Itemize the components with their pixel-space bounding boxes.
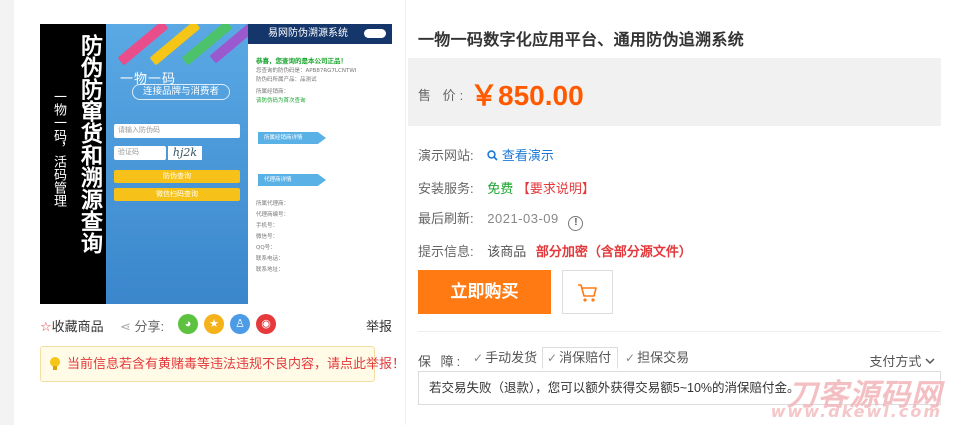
hint-text: 该商品 (487, 244, 527, 259)
result-line: 防伪码所属产品：品测试 (256, 77, 317, 83)
result-line: 恭喜，您查询的是本公司正品！ (256, 57, 347, 65)
demo-link[interactable]: 查看演示 (487, 148, 554, 163)
share-label: 分享: (134, 319, 165, 334)
result-line: 该防伪码为首次查询 (256, 98, 306, 104)
product-image-black-panel: 防伪防窜货和溯源查询 一物一码，活码管理 (40, 24, 106, 304)
payment-method-dropdown[interactable]: 支付方式 (869, 351, 935, 370)
illegal-content-report-notice[interactable]: 当前信息若含有黄赌毒等违法违规不良内容，请点此举报！ (40, 346, 405, 382)
info-icon[interactable]: ! (568, 216, 584, 231)
share-icon: ⋖ (120, 319, 131, 334)
warning-text: 当前信息若含有黄赌毒等违法违规不良内容，请点此举报！ (67, 356, 406, 371)
report-link[interactable]: 举报 (366, 316, 392, 335)
result-line: 代理商编号： (256, 212, 290, 218)
product-image-scan-button: 微信扫码查询 (114, 188, 240, 201)
demo-site-row: 演示网站: 查看演示 (418, 145, 554, 164)
product-image-query-button: 防伪查询 (114, 170, 240, 183)
install-service-label: 安装服务: (418, 181, 474, 196)
product-image[interactable]: 防伪防窜货和溯源查询 一物一码，活码管理 一物一码 连接品牌与消费者 请输入防伪… (40, 24, 392, 304)
guarantee-tab-label: 手动发货 (485, 350, 538, 365)
result-line: 联系地址： (256, 267, 284, 273)
guarantee-tab-manual-delivery[interactable]: ✓ 手动发货 (468, 347, 544, 369)
guarantee-tab-label: 担保交易 (637, 350, 690, 365)
chevron-down-icon (925, 358, 935, 365)
check-icon: ✓ (473, 351, 484, 365)
guarantee-bar: 保 障: ✓ 手动发货 ✓ 消保赔付 ✓ 担保交易 支付方式 (418, 345, 941, 371)
price-label: 售 价: (418, 88, 468, 103)
product-image-vertical-subtitle: 一物一码，活码管理 (51, 90, 66, 207)
install-service-row: 安装服务: 免费 【要求说明】 (418, 178, 595, 197)
result-line: 手机号： (256, 223, 279, 229)
search-icon (487, 150, 498, 161)
product-image-captcha-image: hj2k (168, 146, 202, 160)
column-divider (405, 0, 406, 425)
guarantee-description: 若交易失败（退款），您可以额外获得交易额5~10%的消保赔付金。 (418, 371, 941, 405)
check-icon: ✓ (547, 351, 558, 365)
product-image-captcha-input: 验证码 (114, 146, 166, 160)
buy-now-button[interactable]: 立即购买 (418, 270, 551, 314)
favorite-label: 收藏商品 (51, 319, 104, 334)
cart-icon (578, 284, 597, 302)
demo-site-label: 演示网站: (418, 148, 474, 163)
result-line: 所属代理商： (256, 201, 290, 207)
last-refresh-row: 最后刷新: 2021-03-09 ! (418, 208, 584, 231)
qq-icon[interactable]: ♙ (230, 314, 250, 334)
guarantee-tab-label: 消保赔付 (559, 350, 612, 365)
price-box: 售 价: ￥850.00 (408, 58, 941, 126)
result-line: 联系电话： (256, 256, 284, 262)
payment-method-label: 支付方式 (869, 354, 922, 369)
product-image-header-badge (364, 29, 386, 38)
check-icon: ✓ (625, 351, 636, 365)
product-image-phone-subtitle: 连接品牌与消费者 (132, 84, 230, 100)
install-requirement-link[interactable]: 【要求说明】 (517, 181, 595, 196)
product-image-result-header-title: 易网防伪溯源系统 (268, 28, 348, 39)
weibo-icon[interactable]: ◉ (256, 314, 276, 334)
last-refresh-label: 最后刷新: (418, 211, 474, 226)
share-section: ⋖ 分享: (120, 316, 164, 335)
product-image-phone-screen: 一物一码 连接品牌与消费者 请输入防伪码 验证码 hj2k 防伪查询 微信扫码查… (106, 24, 261, 304)
hint-encryption-text: 部分加密（含部分源文件） (535, 244, 692, 259)
image-footer: ☆收藏商品 ⋖ 分享: ◕ ★ ♙ ◉ 举报 (40, 314, 392, 336)
price-value: ￥850.00 (470, 80, 584, 111)
wechat-icon[interactable]: ◕ (178, 314, 198, 334)
last-refresh-date: 2021-03-09 (487, 211, 559, 226)
add-to-cart-button[interactable] (562, 270, 613, 314)
product-title: 一物一码数字化应用平台、通用防伪追溯系统 (418, 30, 745, 49)
product-image-result-screen: 易网防伪溯源系统 恭喜，您查询的是本公司正品！ 您查询的防伪码是：APB87RG… (248, 24, 392, 304)
qzone-icon[interactable]: ★ (204, 314, 224, 334)
product-image-arrow-label: 所属经销商详情 (258, 132, 326, 144)
star-icon: ☆ (40, 319, 52, 334)
result-line: 您查询的防伪码是：APB87RG7LCNTWI (256, 68, 357, 74)
section-divider (418, 331, 941, 332)
product-image-result-header: 易网防伪溯源系统 (248, 24, 392, 44)
demo-link-label: 查看演示 (501, 148, 554, 163)
install-free-text: 免费 (487, 181, 514, 196)
result-line: 所属经销商： (256, 89, 290, 95)
guarantee-tab-consumer-protection[interactable]: ✓ 消保赔付 (542, 347, 619, 369)
left-gray-strip (0, 0, 14, 425)
guarantee-tab-escrow[interactable]: ✓ 担保交易 (620, 347, 696, 369)
hint-label: 提示信息: (418, 244, 474, 259)
favorite-button[interactable]: ☆收藏商品 (40, 316, 104, 335)
result-line: QQ号： (256, 245, 276, 251)
product-image-arrow-label: 代理商详情 (258, 174, 326, 186)
guarantee-label: 保 障: (418, 354, 464, 369)
product-image-code-input: 请输入防伪码 (114, 124, 240, 138)
result-line: 微信号： (256, 234, 279, 240)
product-image-vertical-title: 防伪防窜货和溯源查询 (77, 34, 102, 254)
hint-row: 提示信息: 该商品 部分加密（含部分源文件） (418, 241, 692, 260)
lightbulb-icon (50, 357, 60, 370)
